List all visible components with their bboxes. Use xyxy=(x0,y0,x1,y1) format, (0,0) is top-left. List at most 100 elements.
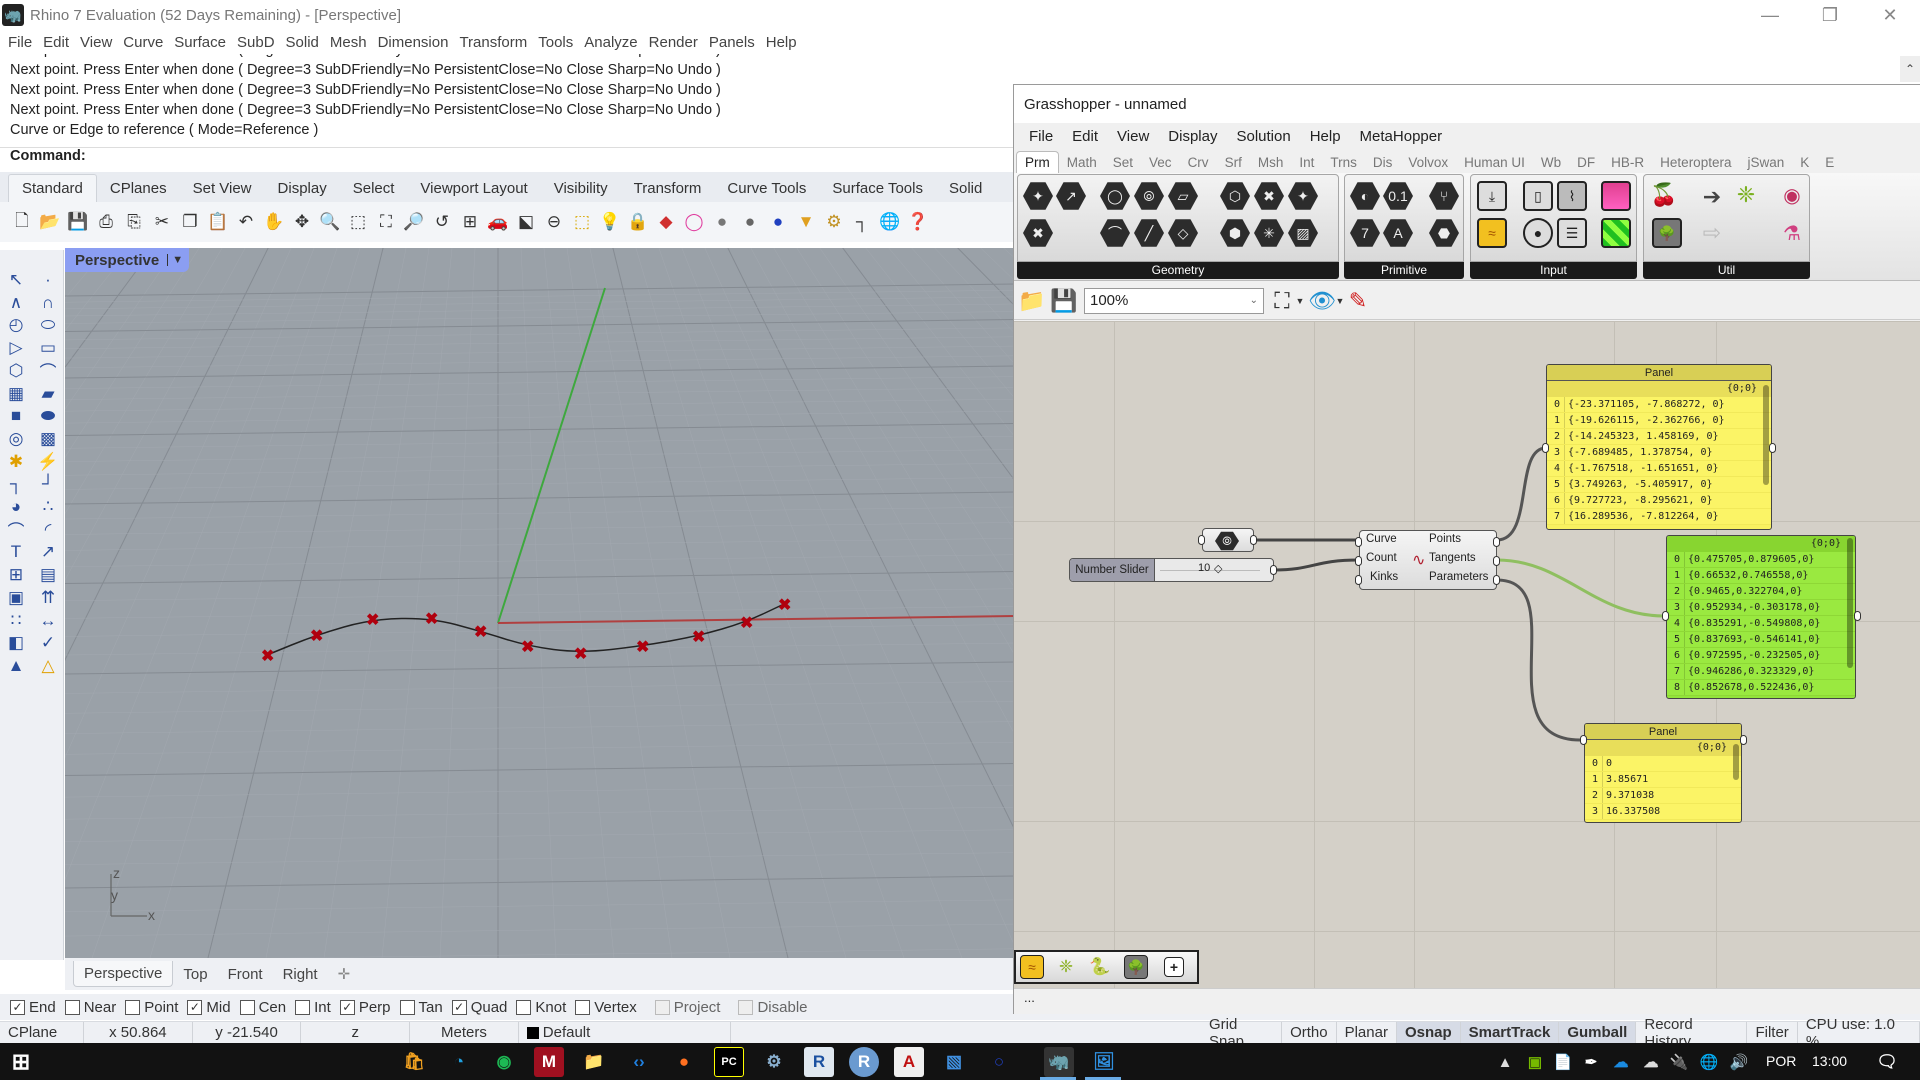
gh-menu-help[interactable]: Help xyxy=(1310,128,1341,145)
status-toggle-osnap[interactable]: Osnap xyxy=(1396,1021,1461,1044)
curve-division-point[interactable]: ✖ xyxy=(366,612,379,629)
osnap-knot[interactable]: Knot xyxy=(516,999,566,1016)
gh-tab-dis[interactable]: Dis xyxy=(1365,152,1401,173)
viewport-tab-perspective[interactable]: Perspective xyxy=(73,961,174,987)
help-icon[interactable]: ❓ xyxy=(906,210,930,234)
gh-tab-math[interactable]: Math xyxy=(1059,152,1105,173)
gh-toggle-icon[interactable]: ▯ xyxy=(1523,181,1553,211)
gh-port-in[interactable] xyxy=(1580,735,1587,745)
gh-tab-heteroptera[interactable]: Heteroptera xyxy=(1652,152,1739,173)
panel-scrollbar[interactable] xyxy=(1733,744,1739,780)
gh-port-out[interactable] xyxy=(1250,535,1257,545)
copy-icon[interactable]: ❐ xyxy=(178,210,202,234)
gh-open-file-icon[interactable]: 📁 xyxy=(1018,288,1045,313)
gear-options-icon[interactable]: ⚙ xyxy=(822,210,846,234)
nvidia-icon[interactable]: ▣ xyxy=(1520,1047,1550,1077)
menu-solid[interactable]: Solid xyxy=(286,34,319,51)
text-icon[interactable]: T xyxy=(4,540,28,564)
four-viewports-icon[interactable]: ⊞ xyxy=(458,210,482,234)
check-icon[interactable]: ✓ xyxy=(36,631,60,655)
menu-dimension[interactable]: Dimension xyxy=(378,34,449,51)
status-toggle-ortho[interactable]: Ortho xyxy=(1282,1021,1337,1044)
status-toggle-grid-snap[interactable]: Grid Snap xyxy=(1201,1016,1283,1050)
notification-center-icon[interactable]: 🗨 xyxy=(1872,1047,1902,1077)
rotate-view-icon[interactable]: ✥ xyxy=(290,210,314,234)
gh-menu-metahopper[interactable]: MetaHopper xyxy=(1360,128,1443,145)
gh-path-param-icon[interactable]: ⑂ xyxy=(1429,182,1459,210)
new-file-icon[interactable]: 🗋 xyxy=(10,210,34,234)
toolbar-tab-select[interactable]: Select xyxy=(340,175,408,202)
menu-mesh[interactable]: Mesh xyxy=(330,34,367,51)
boolean-group-icon[interactable]: ◕ xyxy=(4,495,28,519)
gh-tree-icon[interactable]: 🌳 xyxy=(1652,218,1682,248)
offset-curve-icon[interactable]: ⌒ xyxy=(4,518,28,542)
checkbox[interactable]: ✓ xyxy=(187,999,203,1015)
current-layer[interactable]: Default xyxy=(519,1021,731,1044)
volume-icon[interactable]: 🔊 xyxy=(1724,1047,1754,1077)
mirror-icon[interactable]: ◧ xyxy=(4,631,28,655)
gh-tab-df[interactable]: DF xyxy=(1569,152,1603,173)
gh-rectangle-param-icon[interactable]: ◇ xyxy=(1168,219,1198,247)
zoom-extents-icon[interactable]: ⛶ xyxy=(374,210,398,234)
menu-edit[interactable]: Edit xyxy=(43,34,69,51)
sphere-shaded-icon[interactable]: ● xyxy=(710,210,734,234)
gh-tab-vec[interactable]: Vec xyxy=(1141,152,1180,173)
gh-cherry-icon[interactable]: 🍒 xyxy=(1650,182,1677,207)
cloud-icon[interactable]: ☁ xyxy=(1636,1047,1666,1077)
edge-icon[interactable]: ◔ xyxy=(444,1047,474,1077)
gh-zoom-select[interactable]: 100% ⌄ xyxy=(1084,287,1264,314)
hops-icon[interactable]: ❈ xyxy=(1054,955,1078,979)
gh-graph-mapper-icon[interactable]: ⌇ xyxy=(1557,181,1587,211)
gh-swatch-icon[interactable] xyxy=(1601,218,1631,248)
toolbar-tab-curve-tools[interactable]: Curve Tools xyxy=(714,175,819,202)
split-icon[interactable]: ⚡ xyxy=(36,450,60,474)
panel-scrollbar[interactable] xyxy=(1847,538,1853,668)
viewport-tab-front[interactable]: Front xyxy=(218,962,273,987)
gh-zoom-extents-icon[interactable]: ⛶ xyxy=(1270,288,1294,313)
gh-eye-icon[interactable]: ◉ xyxy=(1780,183,1804,207)
zoom-selected-icon[interactable]: 🔎 xyxy=(402,210,426,234)
polyline-icon[interactable]: ∧ xyxy=(4,291,28,315)
fillet-curve-icon[interactable]: ⌒ xyxy=(36,359,60,383)
gh-number-slider[interactable]: Number Slider 10 ◇ xyxy=(1069,558,1277,582)
menu-tools[interactable]: Tools xyxy=(538,34,573,51)
clock[interactable]: 13:00 xyxy=(1812,1053,1847,1069)
save-icon[interactable]: 💾 xyxy=(66,210,90,234)
extend-icon[interactable]: ┘ xyxy=(36,472,60,496)
gh-button-icon[interactable]: ● xyxy=(1523,218,1553,248)
curve-division-point[interactable]: ✖ xyxy=(778,597,791,614)
explode-join-icon[interactable]: ✱ xyxy=(4,450,28,474)
osnap-perp[interactable]: ✓ Perp xyxy=(339,999,391,1016)
gh-plane-param-icon[interactable]: ✖ xyxy=(1023,219,1053,247)
gh-preview-dropdown-icon[interactable]: ▼ xyxy=(1334,289,1346,313)
restore-button[interactable]: ❐ xyxy=(1800,0,1860,30)
perspective-viewport[interactable]: ✖ ✖ ✖ ✖ ✖ ✖ ✖ ✖ ✖ ✖ ✖ z y x xyxy=(65,248,1015,958)
tree-icon[interactable]: 🌳 xyxy=(1124,955,1148,979)
pan-hand-icon[interactable]: ✋ xyxy=(262,210,286,234)
gh-number-param-icon[interactable]: 0.1 xyxy=(1383,182,1413,210)
toolbar-tab-viewport-layout[interactable]: Viewport Layout xyxy=(407,175,540,202)
checkbox[interactable]: ✓ xyxy=(451,999,467,1015)
gh-value-list-icon[interactable]: ☰ xyxy=(1557,218,1587,248)
gh-tab-trns[interactable]: Trns xyxy=(1322,152,1365,173)
gh-port-in[interactable] xyxy=(1198,535,1205,545)
gh-menu-file[interactable]: File xyxy=(1029,128,1053,145)
r-language-icon[interactable]: R xyxy=(849,1047,879,1077)
gh-tab-e[interactable]: E xyxy=(1817,152,1842,173)
rotate-camera-icon[interactable]: ↺ xyxy=(430,210,454,234)
toolbar-tab-transform[interactable]: Transform xyxy=(621,175,715,202)
osnap-disable[interactable]: Disable xyxy=(738,999,808,1016)
gh-menu-view[interactable]: View xyxy=(1117,128,1149,145)
onedrive-icon[interactable]: ☁ xyxy=(1606,1047,1636,1077)
gh-zoom-extents-dropdown-icon[interactable]: ▼ xyxy=(1294,289,1306,313)
gh-menu-solution[interactable]: Solution xyxy=(1236,128,1290,145)
menu-view[interactable]: View xyxy=(80,34,112,51)
paste-icon[interactable]: 📋 xyxy=(206,210,230,234)
osnap-vertex[interactable]: Vertex xyxy=(575,999,637,1016)
gh-text-param-icon[interactable]: A xyxy=(1383,219,1413,247)
gh-menu-display[interactable]: Display xyxy=(1168,128,1217,145)
gh-arc-param-icon[interactable]: ⌒ xyxy=(1100,219,1130,247)
gh-port-in-curve[interactable] xyxy=(1355,537,1362,547)
gh-divide-curve-component[interactable]: Curve Count Kinks ∿ Points Tangents Para… xyxy=(1355,530,1500,590)
extrude-icon[interactable]: ▣ xyxy=(4,586,28,610)
